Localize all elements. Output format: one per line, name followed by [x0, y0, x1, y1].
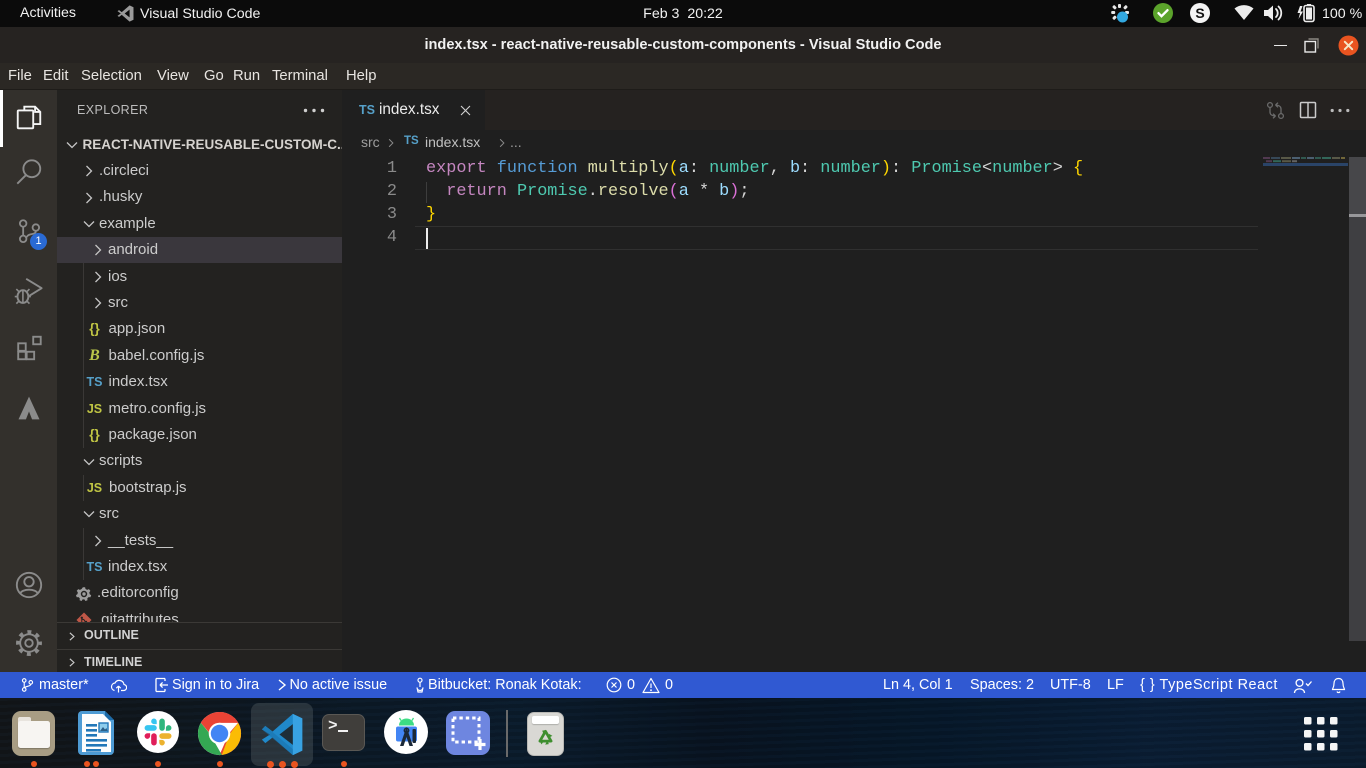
svg-text:S: S: [1195, 5, 1204, 21]
